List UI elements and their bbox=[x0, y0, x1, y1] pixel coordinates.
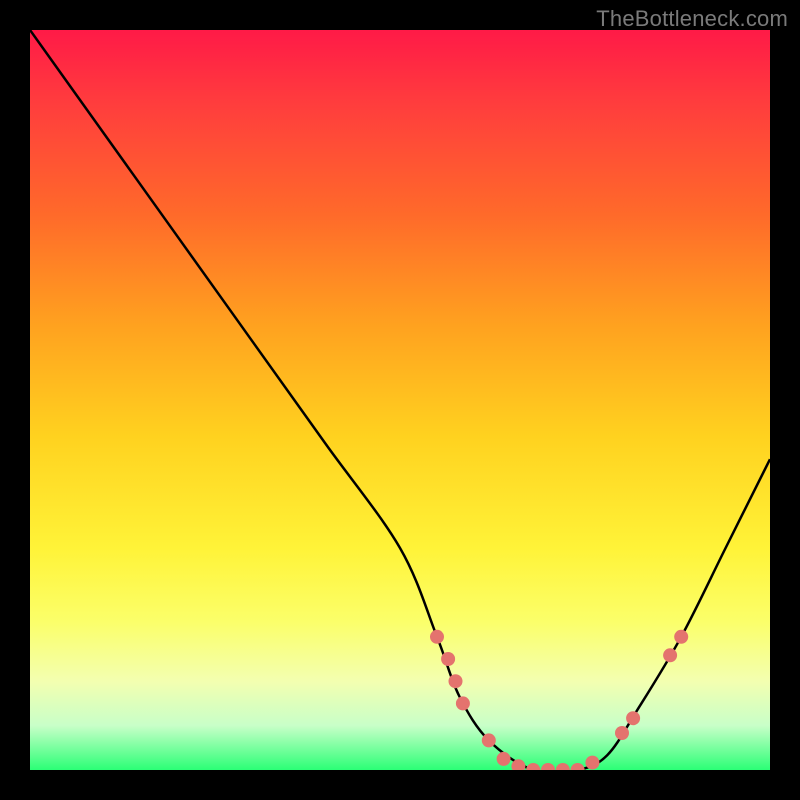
marker-dot bbox=[456, 696, 470, 710]
chart-stage: TheBottleneck.com bbox=[0, 0, 800, 800]
marker-dot bbox=[674, 630, 688, 644]
marker-dot bbox=[482, 733, 496, 747]
highlight-markers bbox=[430, 630, 688, 770]
marker-dot bbox=[585, 756, 599, 770]
plot-area bbox=[30, 30, 770, 770]
marker-dot bbox=[430, 630, 444, 644]
marker-dot bbox=[526, 763, 540, 770]
marker-dot bbox=[441, 652, 455, 666]
marker-dot bbox=[571, 763, 585, 770]
attribution-label: TheBottleneck.com bbox=[596, 6, 788, 32]
marker-dot bbox=[497, 752, 511, 766]
marker-dot bbox=[556, 763, 570, 770]
marker-dot bbox=[626, 711, 640, 725]
marker-dot bbox=[615, 726, 629, 740]
marker-dot bbox=[541, 763, 555, 770]
marker-dot bbox=[663, 648, 677, 662]
bottleneck-curve-path bbox=[30, 30, 770, 770]
marker-dot bbox=[449, 674, 463, 688]
chart-svg bbox=[30, 30, 770, 770]
